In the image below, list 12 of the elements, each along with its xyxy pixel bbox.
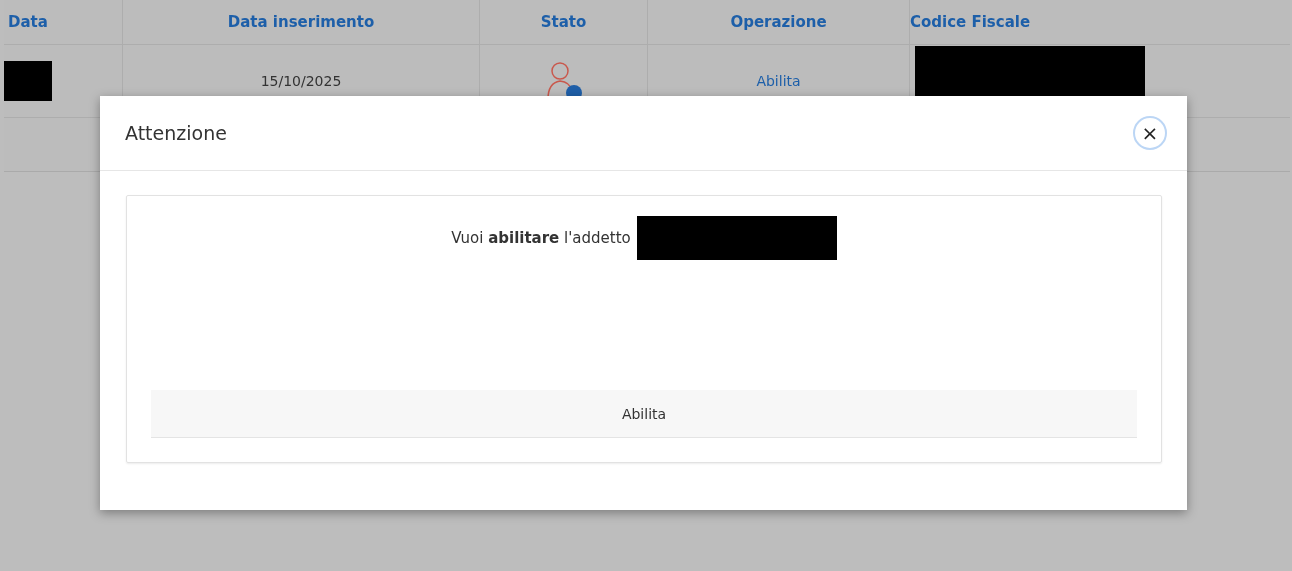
enable-button[interactable]: Abilita [151,390,1137,438]
enable-link[interactable]: Abilita [756,73,801,89]
column-header[interactable]: Data [8,13,48,31]
close-button[interactable]: × [1133,116,1167,150]
column-header[interactable]: Codice Fiscale [910,13,1031,31]
redaction-block [4,61,52,101]
column-header[interactable]: Operazione [730,13,827,31]
dialog-title: Attenzione [125,122,227,144]
column-header[interactable]: Data inserimento [227,13,375,31]
table-cell: 15/10/2025 [260,73,342,89]
confirmation-message: Vuoi abilitare l'addetto [451,229,631,247]
column-header[interactable]: Stato [540,13,587,31]
